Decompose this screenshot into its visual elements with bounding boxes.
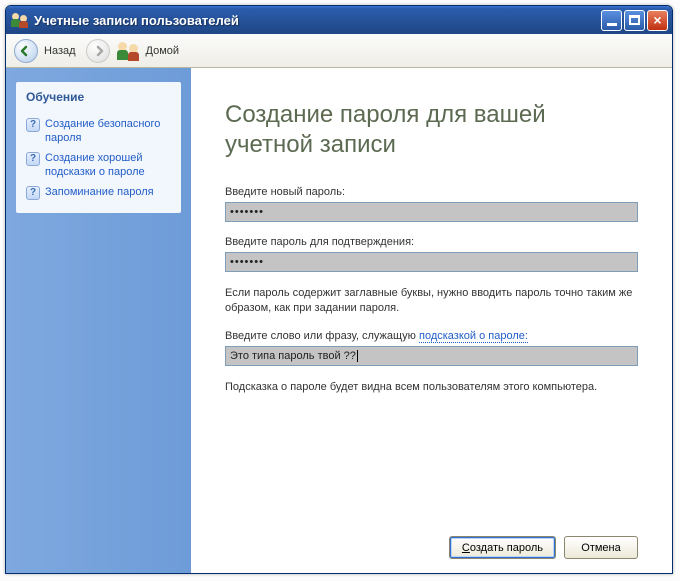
sidebar-item-label: Запоминание пароля xyxy=(45,185,173,199)
help-icon: ? xyxy=(26,118,40,132)
minimize-button[interactable] xyxy=(601,10,622,31)
back-button[interactable] xyxy=(14,39,38,63)
caps-note: Если пароль содержит заглавные буквы, ну… xyxy=(225,286,638,316)
sidebar-item-label: Создание хорошей подсказки о пароле xyxy=(45,151,173,179)
back-label[interactable]: Назад xyxy=(44,45,76,57)
sidebar-item-good-hint[interactable]: ? Создание хорошей подсказки о пароле xyxy=(22,148,175,182)
close-button[interactable]: × xyxy=(647,10,668,31)
help-icon: ? xyxy=(26,186,40,200)
confirm-password-input[interactable]: ••••••• xyxy=(225,252,638,272)
hint-label: Введите слово или фразу, служащую подска… xyxy=(225,330,638,342)
forward-button xyxy=(86,39,110,63)
sidebar-item-label: Создание безопасного пароля xyxy=(45,117,173,145)
confirm-password-label: Введите пароль для подтверждения: xyxy=(225,236,638,248)
home-icon[interactable] xyxy=(118,41,140,61)
page-title: Создание пароля для вашей учетной записи xyxy=(225,100,638,160)
main-content: Создание пароля для вашей учетной записи… xyxy=(191,68,672,573)
maximize-button[interactable] xyxy=(624,10,645,31)
help-icon: ? xyxy=(26,152,40,166)
hint-input[interactable]: Это типа пароль твой ?? xyxy=(225,346,638,366)
window-title: Учетные записи пользователей xyxy=(34,13,599,28)
new-password-label: Введите новый пароль: xyxy=(225,186,638,198)
learning-panel: Обучение ? Создание безопасного пароля ?… xyxy=(16,82,181,213)
create-password-button[interactable]: Создать пароль xyxy=(449,536,556,559)
sidebar-item-safe-password[interactable]: ? Создание безопасного пароля xyxy=(22,114,175,148)
cancel-button[interactable]: Отмена xyxy=(564,536,638,559)
new-password-input[interactable]: ••••••• xyxy=(225,202,638,222)
window: Учетные записи пользователей × Назад Дом… xyxy=(5,5,673,574)
toolbar: Назад Домой xyxy=(6,34,672,68)
titlebar: Учетные записи пользователей × xyxy=(6,6,672,34)
home-label[interactable]: Домой xyxy=(146,45,180,57)
sidebar-heading: Обучение xyxy=(26,90,175,104)
client-area: Обучение ? Создание безопасного пароля ?… xyxy=(6,68,672,573)
sidebar: Обучение ? Создание безопасного пароля ?… xyxy=(6,68,191,573)
password-hint-link[interactable]: подсказкой о пароле: xyxy=(419,330,528,343)
hint-visibility-note: Подсказка о пароле будет видна всем поль… xyxy=(225,380,638,395)
sidebar-item-remember-password[interactable]: ? Запоминание пароля xyxy=(22,182,175,203)
user-accounts-icon xyxy=(12,12,28,28)
button-row: Создать пароль Отмена xyxy=(225,526,638,559)
